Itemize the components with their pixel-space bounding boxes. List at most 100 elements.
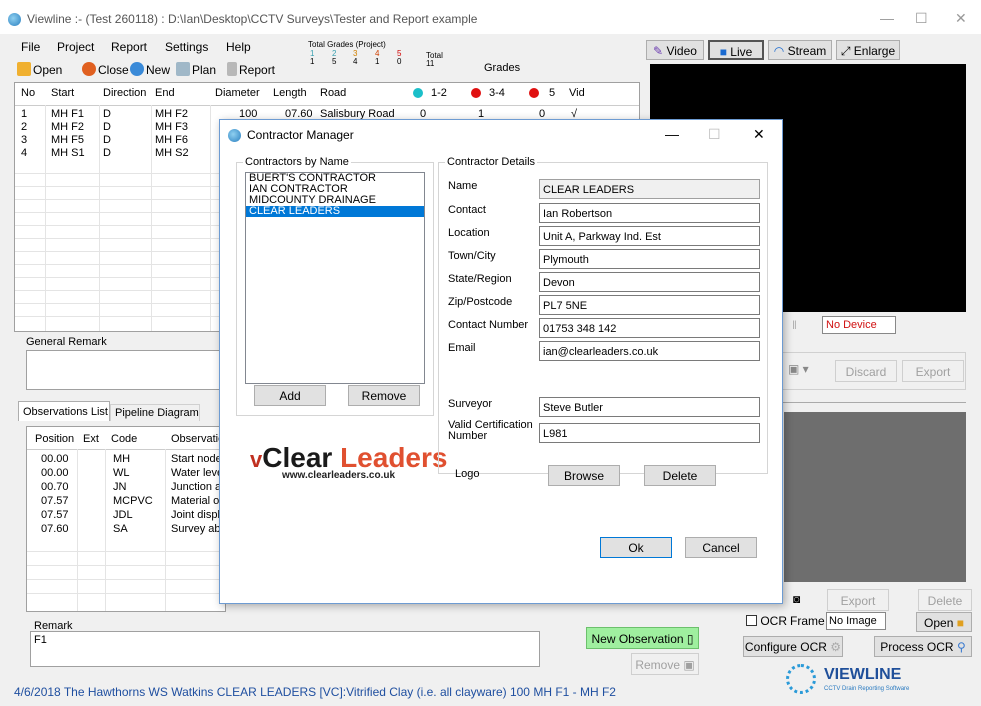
maximize-button[interactable]: ☐ — [915, 10, 928, 27]
list-item[interactable]: 07.57 JDL Joint displa — [27, 509, 226, 522]
ocr-checkbox[interactable]: OCR — [746, 614, 787, 628]
process-ocr-button[interactable]: Process OCR ⚲ — [874, 636, 972, 657]
email-field[interactable]: ian@clearleaders.co.uk — [539, 341, 760, 361]
contractors-list[interactable]: BUERT'S CONTRACTOR IAN CONTRACTOR MIDCOU… — [245, 172, 425, 384]
new-observation-label: New Observation — [591, 632, 684, 646]
menu-file[interactable]: File — [21, 40, 40, 54]
delete-image-button[interactable]: Delete — [918, 589, 972, 611]
town-field[interactable]: Plymouth — [539, 249, 760, 269]
live-label: Live — [730, 45, 753, 59]
grade-count-4: 1 — [375, 57, 380, 66]
general-remark-input[interactable] — [26, 350, 226, 390]
dialog-app-icon — [228, 129, 241, 142]
new-observation-button[interactable]: New Observation ▯ — [586, 627, 699, 649]
menu-settings[interactable]: Settings — [165, 40, 208, 54]
surveyor-field[interactable]: Steve Butler — [539, 397, 760, 417]
magnifier-icon: ⚲ — [956, 640, 966, 654]
logo-word-leaders: Leaders — [340, 442, 448, 473]
col-diameter[interactable]: Diameter — [215, 87, 260, 99]
viewline-brand: VIEWLINE — [824, 666, 902, 683]
grade-count-2: 5 — [332, 57, 337, 66]
stream-label: Stream — [787, 44, 827, 58]
delete-logo-button[interactable]: Delete — [644, 465, 716, 486]
cell-observation: Material of — [171, 495, 223, 507]
open-image-button[interactable]: Open ■ — [916, 612, 972, 632]
plan-icon — [176, 62, 190, 76]
report-button[interactable]: Report — [227, 62, 275, 77]
col-observation[interactable]: Observatio — [171, 433, 224, 445]
col-vid[interactable]: Vid — [569, 87, 585, 99]
col-direction[interactable]: Direction — [103, 87, 146, 99]
list-item[interactable]: 00.70 JN Junction at — [27, 481, 225, 494]
list-item-selected[interactable]: CLEAR LEADERS — [246, 206, 424, 217]
state-label: State/Region — [448, 273, 512, 285]
close-button[interactable]: ✕ — [955, 10, 967, 27]
col-no[interactable]: No — [21, 87, 35, 99]
discard-label: Discard — [845, 365, 887, 379]
col-code[interactable]: Code — [111, 433, 137, 445]
remove-observation-button[interactable]: Remove ▣ — [631, 653, 699, 675]
gear-icon: ⚙ — [830, 640, 842, 654]
col-position[interactable]: Position — [35, 433, 74, 445]
cell-no: 3 — [21, 134, 28, 146]
open-button[interactable]: Open — [17, 62, 62, 77]
col-grade12[interactable]: 1-2 — [431, 87, 447, 99]
remark-input[interactable]: F1 — [30, 631, 540, 667]
cancel-button[interactable]: Cancel — [685, 537, 757, 558]
menu-project[interactable]: Project — [57, 40, 94, 54]
state-field[interactable]: Devon — [539, 272, 760, 292]
list-item[interactable]: 07.57 MCPVC Material of — [27, 495, 225, 508]
location-field[interactable]: Unit A, Parkway Ind. Est — [539, 226, 760, 246]
contact-field[interactable]: Ian Robertson — [539, 203, 760, 223]
export-video-button[interactable]: Export — [902, 360, 964, 382]
process-ocr-label: Process OCR — [880, 640, 954, 654]
camera-icon[interactable]: ◙ — [793, 592, 800, 606]
list-item[interactable]: 00.00 MH Start node — [27, 453, 225, 466]
add-contractor-button[interactable]: Add — [254, 385, 326, 406]
folder-icon: ■ — [956, 616, 964, 630]
dialog-minimize-button[interactable]: — — [665, 126, 679, 142]
tab-pipeline-diagram[interactable]: Pipeline Diagram — [110, 404, 200, 421]
enlarge-button[interactable]: ⤢ Enlarge — [836, 40, 900, 60]
close-project-button[interactable]: Close — [82, 62, 129, 77]
tab-observations[interactable]: Observations List — [18, 401, 110, 421]
ok-button[interactable]: Ok — [600, 537, 672, 558]
export-image-label: Export — [840, 594, 876, 608]
stream-button[interactable]: ◠ Stream — [768, 40, 832, 60]
remove-contractor-button[interactable]: Remove — [348, 385, 420, 406]
new-button[interactable]: New — [130, 62, 170, 77]
list-item[interactable]: 07.60 SA Survey aba — [27, 523, 227, 536]
export-image-button[interactable]: Export — [827, 589, 889, 611]
dialog-maximize-button[interactable]: ☐ — [708, 126, 721, 143]
grade-count-5: 0 — [397, 57, 402, 66]
menu-report[interactable]: Report — [111, 40, 147, 54]
live-button[interactable]: ■ Live — [708, 40, 764, 60]
dialog-close-button[interactable]: ✕ — [753, 126, 765, 143]
enlarge-icon: ⤢ — [840, 44, 851, 58]
col-start[interactable]: Start — [51, 87, 74, 99]
list-item[interactable]: 00.00 WL Water leve — [27, 467, 225, 480]
col-ext[interactable]: Ext — [83, 433, 99, 445]
col-length[interactable]: Length — [273, 87, 307, 99]
contractors-group-label: Contractors by Name — [243, 156, 351, 168]
name-field[interactable]: CLEAR LEADERS — [539, 179, 760, 199]
discard-button[interactable]: Discard — [835, 360, 897, 382]
video-button[interactable]: ✎ Video — [646, 40, 704, 60]
browse-logo-button[interactable]: Browse — [548, 465, 620, 486]
email-label: Email — [448, 342, 476, 354]
save-icon[interactable]: ▣ ▾ — [788, 362, 809, 376]
certification-field[interactable]: L981 — [539, 423, 760, 443]
col-grade34[interactable]: 3-4 — [489, 87, 505, 99]
cell-code: WL — [113, 467, 130, 479]
configure-ocr-button[interactable]: Configure OCR ⚙ — [743, 636, 843, 657]
col-end[interactable]: End — [155, 87, 175, 99]
zip-field[interactable]: PL7 5NE — [539, 295, 760, 315]
frame-input[interactable]: No Image — [826, 612, 886, 630]
plan-button[interactable]: Plan — [176, 62, 216, 77]
pause-icon[interactable]: ‖ — [792, 318, 797, 332]
col-road[interactable]: Road — [320, 87, 346, 99]
col-grade5[interactable]: 5 — [549, 87, 555, 99]
minimize-button[interactable]: — — [880, 10, 894, 26]
menu-help[interactable]: Help — [226, 40, 251, 54]
phone-field[interactable]: 01753 348 142 — [539, 318, 760, 338]
